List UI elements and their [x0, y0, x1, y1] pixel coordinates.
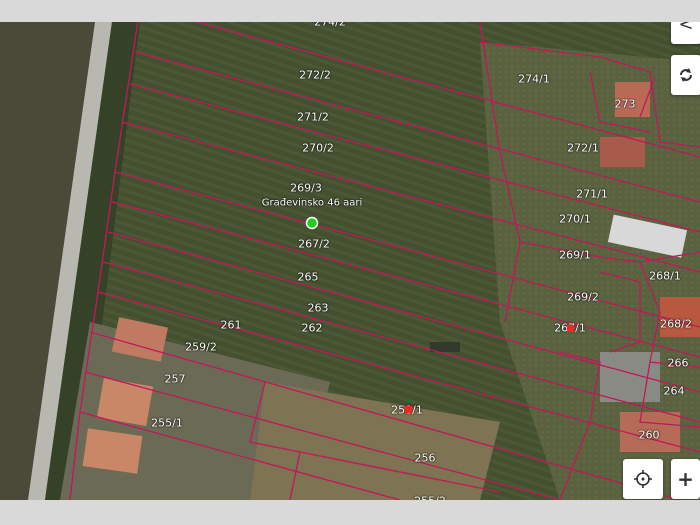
share-icon: < — [678, 22, 694, 35]
center-marker[interactable] — [305, 216, 319, 230]
top-bar — [0, 0, 700, 22]
point-marker[interactable] — [405, 406, 412, 413]
map-viewport[interactable]: Građevinsko 46 aari 274/2 272/2 271/2 270/2… — [0, 22, 700, 500]
zoom-in-icon: + — [677, 467, 694, 491]
refresh-icon — [680, 68, 692, 82]
crosshair-icon — [634, 470, 652, 488]
refresh-button[interactable] — [671, 55, 700, 95]
zoom-in-button[interactable]: + — [671, 459, 700, 499]
bottom-bar — [0, 500, 700, 525]
map-markers — [305, 216, 574, 413]
point-marker[interactable] — [567, 325, 574, 332]
locate-button[interactable] — [623, 459, 663, 499]
share-button[interactable]: < — [671, 22, 700, 44]
